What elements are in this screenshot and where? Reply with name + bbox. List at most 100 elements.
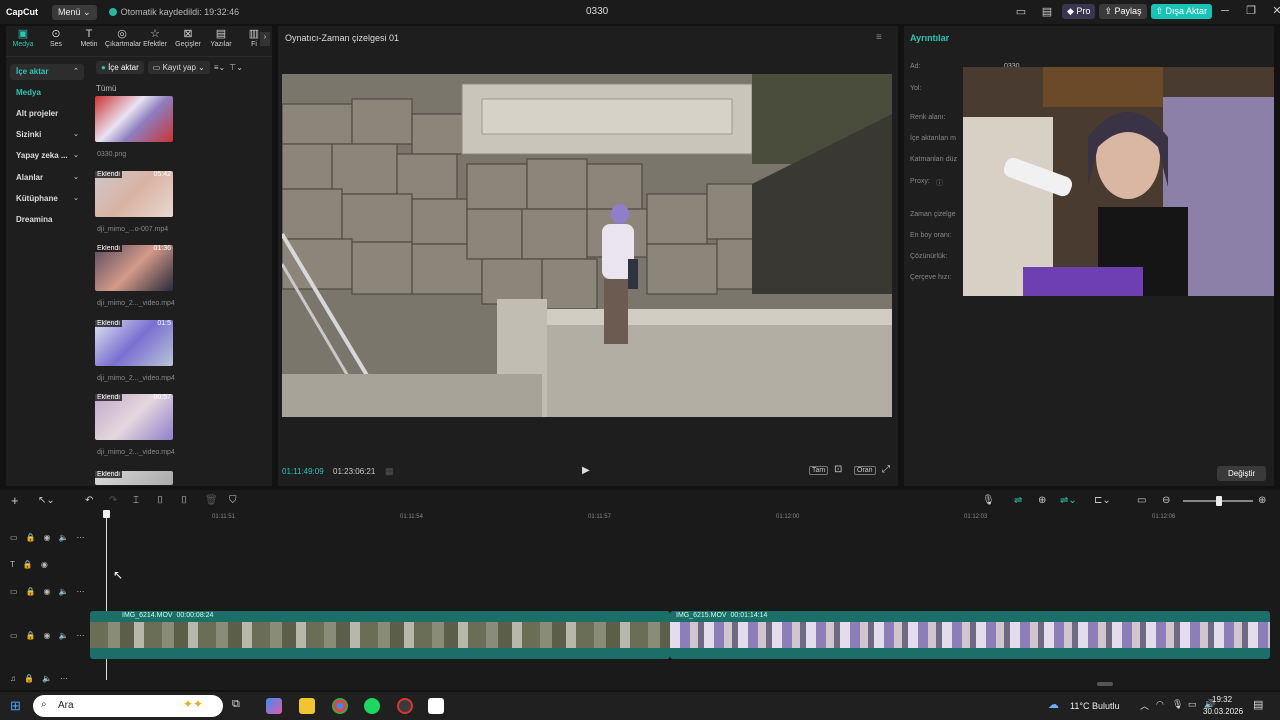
- sidebar-item-2[interactable]: Alt projeler: [10, 106, 84, 122]
- wifi-icon[interactable]: ◠: [1156, 699, 1164, 710]
- more-icon[interactable]: ⋯: [76, 587, 84, 596]
- eye-icon[interactable]: ◉: [44, 587, 51, 596]
- tabs-more-icon[interactable]: ›: [260, 32, 270, 46]
- menu-button[interactable]: Menü ⌄: [52, 4, 97, 20]
- lock-icon[interactable]: 🔒: [23, 560, 33, 569]
- task-view-icon[interactable]: ⧉: [232, 698, 248, 714]
- player-menu-icon[interactable]: ≡: [876, 32, 882, 43]
- record-button[interactable]: ▭ Kayıt yap ⌄: [147, 61, 210, 74]
- search-box[interactable]: ⌕ Ara ✦✦: [33, 695, 223, 717]
- pro-button[interactable]: ◆ Pro: [1062, 4, 1096, 19]
- marker-icon[interactable]: ⛉: [229, 495, 237, 506]
- import-button[interactable]: ● İçe aktar: [96, 61, 144, 74]
- zoom-in-icon[interactable]: ⊕: [1258, 495, 1266, 506]
- mic-tray-icon[interactable]: 🎙: [1172, 699, 1183, 710]
- notification-icon[interactable]: ▤: [1253, 698, 1263, 711]
- minimize-icon[interactable]: ─: [1214, 5, 1236, 17]
- undo-icon[interactable]: ↶: [85, 495, 93, 506]
- more-icon[interactable]: ⋯: [60, 674, 68, 683]
- media-thumbnail[interactable]: Eklendi 05:42: [95, 171, 173, 217]
- file-explorer-icon[interactable]: [299, 698, 315, 714]
- eye-icon[interactable]: ◉: [44, 533, 51, 542]
- timeline-scrollbar[interactable]: [1097, 682, 1113, 686]
- microphone-icon[interactable]: 🎙: [982, 495, 995, 506]
- capcut-taskbar-icon[interactable]: [428, 698, 444, 714]
- subtitle-icon[interactable]: ▭: [1137, 495, 1146, 506]
- tab-media[interactable]: ▣ Medya: [6, 28, 40, 48]
- obs-icon[interactable]: [397, 698, 413, 714]
- tab-effects[interactable]: ☆ Efektler: [138, 28, 172, 48]
- export-button[interactable]: ⇧ Dışa Aktar: [1150, 4, 1213, 19]
- windows-start-icon[interactable]: ⊞: [10, 698, 21, 714]
- crop-icon[interactable]: ⊡: [834, 464, 842, 475]
- weather-text[interactable]: 11°C Bulutlu: [1070, 701, 1119, 711]
- chrome-icon[interactable]: [332, 698, 348, 714]
- info-icon[interactable]: ⓘ: [936, 178, 943, 188]
- sidebar-item-1[interactable]: Medya: [10, 85, 84, 101]
- media-thumbnail[interactable]: Eklendi 01:36: [95, 245, 173, 291]
- fullscreen-icon[interactable]: ⤢: [882, 464, 890, 475]
- playhead-handle[interactable]: [103, 510, 110, 518]
- sidebar-item-4[interactable]: Yapay zeka ... ⌄: [10, 148, 84, 164]
- tab-transitions[interactable]: ⊠ Geçişler: [171, 28, 205, 48]
- trim-right-icon[interactable]: ⌷: [181, 495, 187, 506]
- media-thumbnail[interactable]: Eklendi: [95, 471, 173, 485]
- lock-icon[interactable]: 🔒: [26, 533, 36, 542]
- clip-1[interactable]: IMG_6214.MOV 00:00:08:24: [90, 611, 670, 659]
- sidebar-item-7[interactable]: Dreamina: [10, 212, 84, 228]
- lock-icon[interactable]: 🔒: [26, 631, 36, 640]
- snap-icon[interactable]: ⇌⌄: [1060, 495, 1077, 506]
- audio-icon[interactable]: 🔈: [59, 587, 69, 596]
- monitor-tray-icon[interactable]: ▭: [1188, 699, 1197, 710]
- tab-audio[interactable]: ⊙ Ses: [39, 28, 73, 48]
- sidebar-item-0[interactable]: İçe aktar ⌃: [10, 64, 84, 80]
- magnet-icon[interactable]: ⊕: [1038, 495, 1046, 506]
- maximize-icon[interactable]: ❐: [1240, 4, 1262, 17]
- change-button[interactable]: Değiştir: [1217, 466, 1267, 481]
- ratio-button[interactable]: Oran: [854, 466, 876, 475]
- video-preview[interactable]: [282, 74, 892, 417]
- preview-axis-icon[interactable]: ⊏⌄: [1094, 495, 1111, 506]
- shortcut-icon[interactable]: ▤: [1036, 5, 1058, 18]
- trim-left-icon[interactable]: ⌷: [157, 495, 163, 506]
- clock-date[interactable]: 30.03.2026: [1203, 707, 1243, 716]
- sidebar-item-3[interactable]: Sizinki ⌄: [10, 127, 84, 143]
- share-button[interactable]: ⇪ Paylaş: [1099, 4, 1147, 19]
- zoom-slider-handle[interactable]: [1216, 496, 1222, 506]
- split-icon[interactable]: ⌶: [133, 495, 139, 506]
- full-quality-button[interactable]: Tam: [809, 466, 829, 475]
- tab-text[interactable]: T Metin: [72, 28, 106, 48]
- filter-icon[interactable]: ⊤⌄: [229, 63, 243, 72]
- close-icon[interactable]: ✕: [1266, 4, 1280, 17]
- play-icon[interactable]: ▶: [582, 465, 590, 476]
- sidebar-item-5[interactable]: Alanlar ⌄: [10, 170, 84, 186]
- redo-icon[interactable]: ↷: [109, 495, 117, 506]
- zoom-out-icon[interactable]: ⊖: [1162, 495, 1170, 506]
- sort-icon[interactable]: ≡⌄: [214, 63, 225, 72]
- tab-captions[interactable]: ▤ Yazılar: [204, 28, 238, 48]
- delete-icon[interactable]: 🗑: [205, 495, 218, 506]
- lock-icon[interactable]: 🔒: [24, 674, 34, 683]
- media-thumbnail[interactable]: Eklendi 00:57: [95, 394, 173, 440]
- audio-icon[interactable]: 🔈: [59, 533, 69, 542]
- select-tool-icon[interactable]: ↖⌄: [38, 495, 55, 506]
- audio-icon[interactable]: 🔈: [42, 674, 52, 683]
- copilot-icon[interactable]: [266, 698, 282, 714]
- media-thumbnail[interactable]: [95, 96, 173, 142]
- link-main-track-icon[interactable]: ⇌: [1014, 495, 1022, 506]
- layout-icon[interactable]: ▭: [1010, 5, 1032, 18]
- spotify-icon[interactable]: [364, 698, 380, 714]
- more-icon[interactable]: ⋯: [76, 533, 84, 542]
- add-track-icon[interactable]: +: [11, 493, 19, 508]
- clip-2[interactable]: IMG_6215.MOV 00:01:14:14: [670, 611, 1270, 659]
- eye-icon[interactable]: ◉: [44, 631, 51, 640]
- tray-chevron-icon[interactable]: ︿: [1140, 699, 1149, 712]
- eye-icon[interactable]: ◉: [41, 560, 48, 569]
- lock-icon[interactable]: 🔒: [26, 587, 36, 596]
- more-icon[interactable]: ⋯: [76, 631, 84, 640]
- clock-time[interactable]: 19:32: [1212, 695, 1232, 704]
- media-thumbnail[interactable]: Eklendi 01:5: [95, 320, 173, 366]
- tab-sticker[interactable]: ◎ Çıkartmalar: [105, 28, 141, 48]
- audio-icon[interactable]: 🔈: [59, 631, 69, 640]
- sidebar-item-6[interactable]: Kütüphane ⌄: [10, 191, 84, 207]
